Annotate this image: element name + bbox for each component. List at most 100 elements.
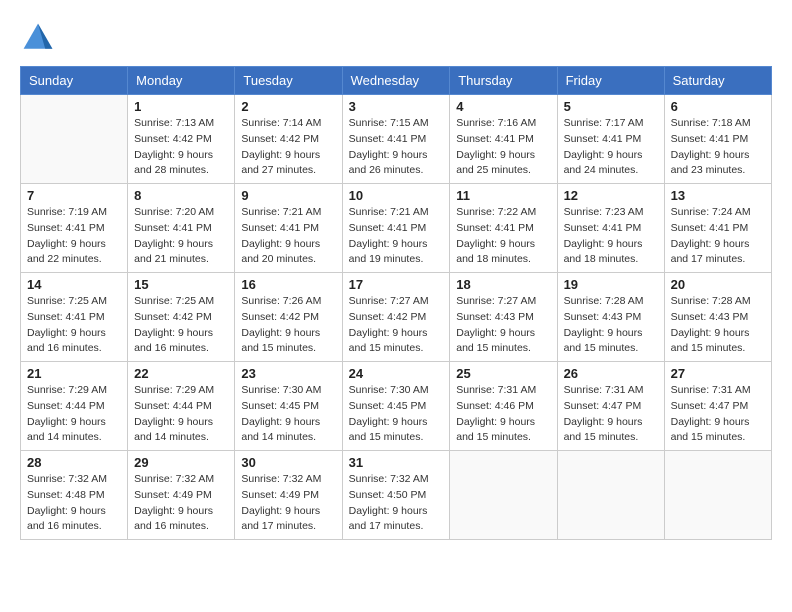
- day-info: Sunrise: 7:28 AM Sunset: 4:43 PM Dayligh…: [671, 294, 765, 357]
- calendar-cell: 11 Sunrise: 7:22 AM Sunset: 4:41 PM Dayl…: [450, 184, 557, 273]
- logo: [20, 20, 60, 56]
- day-number: 18: [456, 277, 550, 292]
- day-number: 7: [27, 188, 121, 203]
- day-number: 13: [671, 188, 765, 203]
- day-info: Sunrise: 7:30 AM Sunset: 4:45 PM Dayligh…: [241, 383, 335, 446]
- day-info: Sunrise: 7:32 AM Sunset: 4:49 PM Dayligh…: [134, 472, 228, 535]
- day-info: Sunrise: 7:13 AM Sunset: 4:42 PM Dayligh…: [134, 116, 228, 179]
- weekday-header-friday: Friday: [557, 67, 664, 95]
- calendar-cell: 5 Sunrise: 7:17 AM Sunset: 4:41 PM Dayli…: [557, 95, 664, 184]
- calendar-cell: 19 Sunrise: 7:28 AM Sunset: 4:43 PM Dayl…: [557, 273, 664, 362]
- day-number: 2: [241, 99, 335, 114]
- day-info: Sunrise: 7:31 AM Sunset: 4:47 PM Dayligh…: [564, 383, 658, 446]
- day-info: Sunrise: 7:23 AM Sunset: 4:41 PM Dayligh…: [564, 205, 658, 268]
- day-number: 17: [349, 277, 444, 292]
- calendar-cell: 1 Sunrise: 7:13 AM Sunset: 4:42 PM Dayli…: [128, 95, 235, 184]
- calendar-cell: 14 Sunrise: 7:25 AM Sunset: 4:41 PM Dayl…: [21, 273, 128, 362]
- calendar-cell: [664, 451, 771, 540]
- calendar-cell: 4 Sunrise: 7:16 AM Sunset: 4:41 PM Dayli…: [450, 95, 557, 184]
- calendar-cell: [557, 451, 664, 540]
- calendar-cell: 21 Sunrise: 7:29 AM Sunset: 4:44 PM Dayl…: [21, 362, 128, 451]
- day-info: Sunrise: 7:16 AM Sunset: 4:41 PM Dayligh…: [456, 116, 550, 179]
- calendar-cell: 22 Sunrise: 7:29 AM Sunset: 4:44 PM Dayl…: [128, 362, 235, 451]
- day-info: Sunrise: 7:27 AM Sunset: 4:43 PM Dayligh…: [456, 294, 550, 357]
- day-info: Sunrise: 7:31 AM Sunset: 4:47 PM Dayligh…: [671, 383, 765, 446]
- day-number: 19: [564, 277, 658, 292]
- day-number: 11: [456, 188, 550, 203]
- day-info: Sunrise: 7:25 AM Sunset: 4:42 PM Dayligh…: [134, 294, 228, 357]
- calendar-cell: 31 Sunrise: 7:32 AM Sunset: 4:50 PM Dayl…: [342, 451, 450, 540]
- calendar-cell: 16 Sunrise: 7:26 AM Sunset: 4:42 PM Dayl…: [235, 273, 342, 362]
- day-number: 15: [134, 277, 228, 292]
- day-info: Sunrise: 7:29 AM Sunset: 4:44 PM Dayligh…: [27, 383, 121, 446]
- calendar-cell: 25 Sunrise: 7:31 AM Sunset: 4:46 PM Dayl…: [450, 362, 557, 451]
- day-info: Sunrise: 7:20 AM Sunset: 4:41 PM Dayligh…: [134, 205, 228, 268]
- day-number: 5: [564, 99, 658, 114]
- calendar-cell: 20 Sunrise: 7:28 AM Sunset: 4:43 PM Dayl…: [664, 273, 771, 362]
- day-info: Sunrise: 7:32 AM Sunset: 4:49 PM Dayligh…: [241, 472, 335, 535]
- calendar-cell: 13 Sunrise: 7:24 AM Sunset: 4:41 PM Dayl…: [664, 184, 771, 273]
- day-info: Sunrise: 7:19 AM Sunset: 4:41 PM Dayligh…: [27, 205, 121, 268]
- page-header: [20, 20, 772, 56]
- day-info: Sunrise: 7:28 AM Sunset: 4:43 PM Dayligh…: [564, 294, 658, 357]
- calendar-cell: 12 Sunrise: 7:23 AM Sunset: 4:41 PM Dayl…: [557, 184, 664, 273]
- day-info: Sunrise: 7:15 AM Sunset: 4:41 PM Dayligh…: [349, 116, 444, 179]
- day-number: 21: [27, 366, 121, 381]
- day-number: 4: [456, 99, 550, 114]
- calendar-cell: 26 Sunrise: 7:31 AM Sunset: 4:47 PM Dayl…: [557, 362, 664, 451]
- day-number: 22: [134, 366, 228, 381]
- day-info: Sunrise: 7:21 AM Sunset: 4:41 PM Dayligh…: [241, 205, 335, 268]
- weekday-header-monday: Monday: [128, 67, 235, 95]
- weekday-header-thursday: Thursday: [450, 67, 557, 95]
- calendar-cell: 23 Sunrise: 7:30 AM Sunset: 4:45 PM Dayl…: [235, 362, 342, 451]
- day-info: Sunrise: 7:32 AM Sunset: 4:48 PM Dayligh…: [27, 472, 121, 535]
- day-info: Sunrise: 7:31 AM Sunset: 4:46 PM Dayligh…: [456, 383, 550, 446]
- calendar-cell: 24 Sunrise: 7:30 AM Sunset: 4:45 PM Dayl…: [342, 362, 450, 451]
- day-number: 23: [241, 366, 335, 381]
- day-number: 28: [27, 455, 121, 470]
- weekday-header-tuesday: Tuesday: [235, 67, 342, 95]
- day-info: Sunrise: 7:30 AM Sunset: 4:45 PM Dayligh…: [349, 383, 444, 446]
- day-info: Sunrise: 7:18 AM Sunset: 4:41 PM Dayligh…: [671, 116, 765, 179]
- day-number: 8: [134, 188, 228, 203]
- calendar-cell: 18 Sunrise: 7:27 AM Sunset: 4:43 PM Dayl…: [450, 273, 557, 362]
- day-number: 12: [564, 188, 658, 203]
- weekday-header-wednesday: Wednesday: [342, 67, 450, 95]
- calendar-cell: 3 Sunrise: 7:15 AM Sunset: 4:41 PM Dayli…: [342, 95, 450, 184]
- day-info: Sunrise: 7:21 AM Sunset: 4:41 PM Dayligh…: [349, 205, 444, 268]
- day-info: Sunrise: 7:32 AM Sunset: 4:50 PM Dayligh…: [349, 472, 444, 535]
- day-number: 24: [349, 366, 444, 381]
- day-number: 3: [349, 99, 444, 114]
- day-info: Sunrise: 7:26 AM Sunset: 4:42 PM Dayligh…: [241, 294, 335, 357]
- calendar-cell: 9 Sunrise: 7:21 AM Sunset: 4:41 PM Dayli…: [235, 184, 342, 273]
- day-number: 25: [456, 366, 550, 381]
- calendar-cell: 7 Sunrise: 7:19 AM Sunset: 4:41 PM Dayli…: [21, 184, 128, 273]
- day-info: Sunrise: 7:29 AM Sunset: 4:44 PM Dayligh…: [134, 383, 228, 446]
- day-info: Sunrise: 7:14 AM Sunset: 4:42 PM Dayligh…: [241, 116, 335, 179]
- calendar-cell: 29 Sunrise: 7:32 AM Sunset: 4:49 PM Dayl…: [128, 451, 235, 540]
- calendar-cell: 2 Sunrise: 7:14 AM Sunset: 4:42 PM Dayli…: [235, 95, 342, 184]
- day-number: 14: [27, 277, 121, 292]
- day-number: 6: [671, 99, 765, 114]
- day-info: Sunrise: 7:22 AM Sunset: 4:41 PM Dayligh…: [456, 205, 550, 268]
- calendar-cell: 28 Sunrise: 7:32 AM Sunset: 4:48 PM Dayl…: [21, 451, 128, 540]
- calendar-cell: 17 Sunrise: 7:27 AM Sunset: 4:42 PM Dayl…: [342, 273, 450, 362]
- day-number: 16: [241, 277, 335, 292]
- day-info: Sunrise: 7:25 AM Sunset: 4:41 PM Dayligh…: [27, 294, 121, 357]
- day-number: 27: [671, 366, 765, 381]
- calendar-cell: [450, 451, 557, 540]
- day-number: 9: [241, 188, 335, 203]
- calendar-cell: 8 Sunrise: 7:20 AM Sunset: 4:41 PM Dayli…: [128, 184, 235, 273]
- calendar-cell: 27 Sunrise: 7:31 AM Sunset: 4:47 PM Dayl…: [664, 362, 771, 451]
- calendar-cell: 15 Sunrise: 7:25 AM Sunset: 4:42 PM Dayl…: [128, 273, 235, 362]
- day-info: Sunrise: 7:17 AM Sunset: 4:41 PM Dayligh…: [564, 116, 658, 179]
- calendar-cell: 10 Sunrise: 7:21 AM Sunset: 4:41 PM Dayl…: [342, 184, 450, 273]
- day-number: 1: [134, 99, 228, 114]
- day-number: 29: [134, 455, 228, 470]
- calendar-cell: 30 Sunrise: 7:32 AM Sunset: 4:49 PM Dayl…: [235, 451, 342, 540]
- day-number: 30: [241, 455, 335, 470]
- day-number: 20: [671, 277, 765, 292]
- day-number: 31: [349, 455, 444, 470]
- day-info: Sunrise: 7:27 AM Sunset: 4:42 PM Dayligh…: [349, 294, 444, 357]
- weekday-header-saturday: Saturday: [664, 67, 771, 95]
